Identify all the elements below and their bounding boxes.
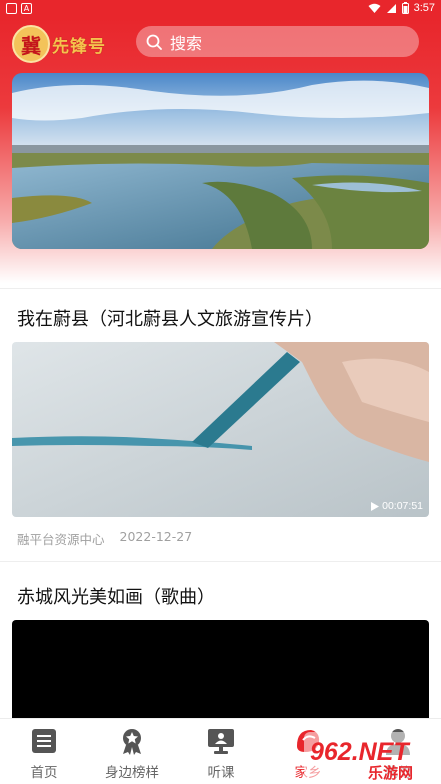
article-title[interactable]: 赤城风光美如画（歌曲） (17, 583, 215, 609)
nav-role-models[interactable]: 身边榜样 (96, 719, 168, 784)
app-logo[interactable]: 冀 先锋号 (12, 24, 106, 64)
duration-text: 00:07:51 (382, 500, 423, 512)
watermark-brand: 962.NET (310, 738, 411, 766)
notification-icon (6, 3, 17, 14)
article-date: 2022-12-27 (119, 529, 193, 544)
logo-text: 先锋号 (52, 36, 106, 57)
search-placeholder: 搜索 (170, 33, 203, 53)
nav-label: 听课 (207, 765, 235, 781)
divider (0, 288, 441, 289)
article-meta: 融平台资源中心 2022-12-27 (17, 529, 192, 548)
watermark: 962.NET 乐游网 (296, 720, 441, 784)
nav-label: 身边榜样 (105, 765, 159, 781)
system-icons: 3:57 (368, 2, 435, 14)
app-notification-icon: A (21, 3, 32, 14)
article-title[interactable]: 我在蔚县（河北蔚县人文旅游宣传片） (17, 305, 323, 331)
banner-carousel[interactable] (12, 73, 429, 249)
play-icon (371, 501, 380, 511)
wifi-icon (368, 3, 381, 13)
banner-image (12, 73, 429, 249)
watermark-logo: 962.NET 乐游网 (304, 732, 436, 782)
search-icon (146, 34, 162, 50)
video-thumbnail[interactable]: 00:07:51 (12, 342, 429, 517)
watermark-sub: 乐游网 (368, 764, 413, 782)
video-thumbnail[interactable] (12, 620, 429, 718)
search-bar[interactable]: 搜索 (136, 26, 419, 57)
nav-label: 首页 (30, 765, 58, 781)
status-bar: A 3:57 (0, 0, 441, 18)
home-list-icon (32, 729, 56, 753)
battery-icon (401, 2, 409, 14)
nav-lectures[interactable]: 听课 (191, 719, 251, 784)
signal-icon (386, 3, 396, 13)
lecture-icon (208, 729, 234, 754)
clock: 3:57 (413, 2, 435, 14)
article-source: 融平台资源中心 (17, 532, 105, 547)
video-frame-image (12, 342, 429, 517)
divider (0, 561, 441, 562)
logo-emblem: 冀 (12, 25, 50, 63)
nav-home[interactable]: 首页 (14, 719, 74, 784)
header: 冀 先锋号 搜索 (0, 18, 441, 288)
notification-icons: A (6, 3, 32, 14)
medal-icon (123, 729, 141, 755)
video-duration: 00:07:51 (371, 500, 423, 512)
